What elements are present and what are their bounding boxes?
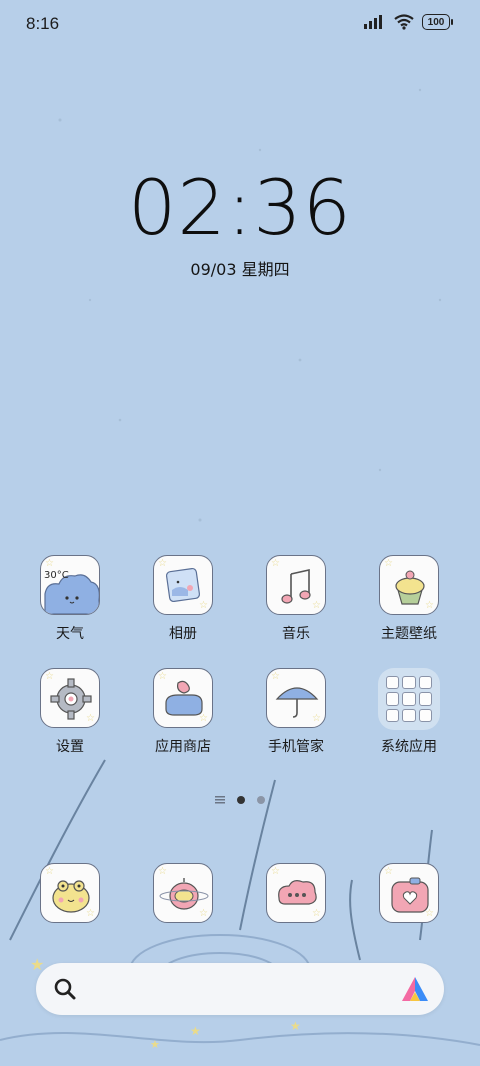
message-cloud-icon: ☆ ☆ <box>266 863 326 923</box>
app-music[interactable]: ☆ ☆ 音乐 <box>246 555 346 643</box>
page-dot-active[interactable] <box>237 796 245 804</box>
wifi-icon <box>394 14 414 30</box>
dock-messages[interactable]: ☆ ☆ <box>246 863 346 923</box>
app-gallery[interactable]: ☆ ☆ 相册 <box>133 555 233 643</box>
music-note-icon: ☆ ☆ <box>266 555 326 615</box>
app-label: 相册 <box>169 626 197 642</box>
search-icon[interactable] <box>52 976 78 1002</box>
gallery-icon: ☆ ☆ <box>153 555 213 615</box>
app-label: 系统应用 <box>381 739 437 755</box>
svg-text:★: ★ <box>290 1019 301 1033</box>
cupcake-icon: ☆ ☆ <box>379 555 439 615</box>
lock-clock-date[interactable]: 09/03 星期四 <box>0 256 480 280</box>
app-store[interactable]: ☆ ☆ 应用商店 <box>133 668 233 756</box>
dock-phone[interactable]: ☆ ☆ <box>20 863 120 923</box>
svg-text:★: ★ <box>190 1024 201 1038</box>
weather-temp: 30°C <box>44 570 69 581</box>
app-settings[interactable]: ☆ ☆ 设置 <box>20 668 120 756</box>
umbrella-icon: ☆ ☆ <box>266 668 326 728</box>
dock-camera[interactable]: ☆ ☆ <box>359 863 459 923</box>
app-label: 应用商店 <box>155 739 211 755</box>
status-icons: 100 <box>364 14 453 30</box>
app-label: 音乐 <box>282 626 310 642</box>
svg-text:★: ★ <box>150 1038 160 1051</box>
app-label: 主题壁纸 <box>381 626 437 642</box>
assistant-logo-icon[interactable] <box>400 975 430 1003</box>
apple-icon: ☆ ☆ <box>153 863 213 923</box>
dock-contacts[interactable]: ☆ ☆ <box>133 863 233 923</box>
status-time: 8:16 <box>26 14 60 33</box>
frog-icon: ☆ ☆ <box>40 863 100 923</box>
gear-icon: ☆ ☆ <box>40 668 100 728</box>
app-weather[interactable]: ☆ 30°C 天气 <box>20 555 120 643</box>
app-label: 设置 <box>56 739 84 755</box>
app-themes[interactable]: ☆ ☆ 主题壁纸 <box>359 555 459 643</box>
camera-icon: ☆ ☆ <box>379 863 439 923</box>
app-store-bag-icon: ☆ ☆ <box>153 668 213 728</box>
page-dot[interactable] <box>257 796 265 804</box>
folder-icon <box>378 668 440 730</box>
battery-icon: 100 <box>422 14 453 30</box>
list-view-icon[interactable] <box>215 796 225 804</box>
app-label: 手机管家 <box>268 739 324 755</box>
status-bar: 8:16 100 <box>0 0 480 48</box>
weather-cloud-icon: ☆ 30°C <box>40 555 100 615</box>
app-label: 天气 <box>56 626 84 642</box>
folder-system-apps[interactable]: 系统应用 <box>359 668 459 756</box>
app-phone-manager[interactable]: ☆ ☆ 手机管家 <box>246 668 346 756</box>
page-indicator[interactable] <box>0 796 480 804</box>
lock-clock-time[interactable]: 02:36 <box>0 163 480 252</box>
search-bar[interactable] <box>36 963 444 1015</box>
signal-icon <box>364 15 382 29</box>
